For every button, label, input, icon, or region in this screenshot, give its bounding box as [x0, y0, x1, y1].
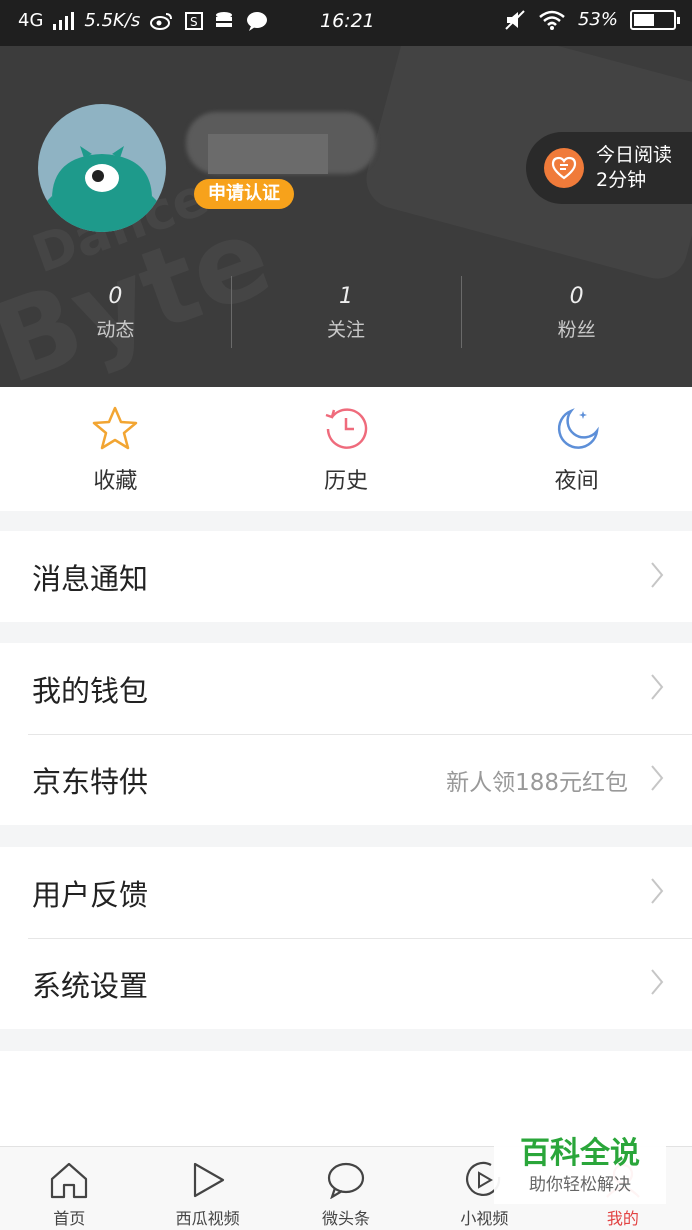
history-icon	[325, 408, 368, 449]
chevron-right-icon	[651, 969, 664, 995]
menu-group-notifications: 消息通知	[0, 531, 692, 622]
chevron-right-icon	[651, 765, 664, 791]
tab-label: 微头条	[322, 1209, 371, 1228]
today-reading-button[interactable]: 今日阅读 2分钟	[526, 132, 692, 204]
stat-label: 关注	[327, 319, 366, 341]
blank-area	[0, 1051, 692, 1146]
stat-posts[interactable]: 0 动态	[0, 276, 231, 356]
stat-label: 动态	[96, 319, 135, 341]
tab-home[interactable]: 首页	[0, 1147, 138, 1230]
home-icon	[51, 1162, 88, 1199]
today-reading-value: 2分钟	[596, 169, 647, 191]
history-label: 历史	[324, 469, 369, 494]
today-reading-label: 今日阅读	[596, 144, 673, 166]
network-speed: 5.5K/s	[84, 10, 141, 31]
night-mode-label: 夜间	[554, 469, 599, 494]
menu-item-label: 京东特供	[32, 764, 149, 799]
profile-header: Dance Byte 申请认证 今日阅读 2分钟 0 动态 1	[0, 46, 692, 387]
tab-label: 小视频	[460, 1209, 509, 1228]
moon-icon	[557, 408, 599, 449]
menu-group-settings: 用户反馈 系统设置	[0, 847, 692, 1029]
menu-item-label: 系统设置	[32, 968, 149, 1003]
menu-item-wallet[interactable]: 我的钱包	[0, 643, 692, 734]
reading-heart-icon	[544, 148, 584, 188]
apply-verification-button[interactable]: 申请认证	[194, 179, 294, 209]
svg-text:S: S	[190, 15, 198, 29]
favorites-label: 收藏	[93, 469, 138, 494]
stat-value: 1	[339, 284, 353, 309]
tab-xigua-video[interactable]: 西瓜视频	[138, 1147, 276, 1230]
chevron-right-icon	[651, 562, 664, 588]
tab-label: 首页	[53, 1209, 86, 1228]
mute-icon	[505, 9, 525, 30]
tab-micro-headlines[interactable]: 微头条	[277, 1147, 415, 1230]
s-app-icon: S	[185, 11, 204, 30]
menu-item-settings[interactable]: 系统设置	[0, 938, 692, 1029]
message-bubble-icon	[247, 11, 268, 31]
stat-following[interactable]: 1 关注	[230, 276, 462, 356]
battery-percent: 53%	[577, 9, 618, 30]
status-bar: 4G 5.5K/s S 16:21 53%	[0, 0, 692, 46]
profile-stats: 0 动态 1 关注 0 粉丝	[0, 276, 692, 356]
menu-item-label: 我的钱包	[32, 673, 149, 708]
play-icon	[193, 1162, 224, 1198]
network-type: 4G	[18, 10, 44, 31]
history-button[interactable]: 历史	[231, 387, 462, 511]
stat-label: 粉丝	[557, 319, 596, 341]
clock: 16:21	[320, 10, 375, 32]
menu-group-wallet: 我的钱包 京东特供 新人领188元红包	[0, 643, 692, 825]
menu-item-label: 用户反馈	[32, 877, 149, 912]
tab-label: 我的	[606, 1209, 639, 1228]
monster-avatar-icon	[44, 146, 160, 232]
chevron-right-icon	[651, 674, 664, 700]
wifi-icon	[539, 10, 565, 30]
watermark-title: 百科全说	[520, 1136, 640, 1171]
stat-value: 0	[569, 284, 584, 309]
menu-item-notifications[interactable]: 消息通知	[0, 531, 692, 622]
star-icon	[93, 406, 138, 450]
avatar[interactable]	[38, 104, 166, 232]
tab-label: 西瓜视频	[175, 1209, 240, 1228]
stat-value: 0	[108, 284, 123, 309]
battery-icon	[630, 9, 680, 30]
watermark-subtitle: 助你轻松解决	[529, 1175, 631, 1195]
menu-item-jd-offer[interactable]: 京东特供 新人领188元红包	[0, 734, 692, 825]
database-icon	[216, 11, 233, 27]
chevron-right-icon	[651, 878, 664, 904]
signal-icon	[53, 11, 75, 30]
baike-watermark: 百科全说 助你轻松解决	[494, 1134, 666, 1204]
weibo-icon	[150, 12, 173, 30]
stat-followers[interactable]: 0 粉丝	[461, 276, 692, 356]
username-blurred	[186, 108, 378, 176]
jd-offer-promo-text: 新人领188元红包	[446, 769, 628, 796]
chat-bubble-icon	[327, 1162, 365, 1200]
quick-actions: 收藏 历史 夜间	[0, 387, 692, 511]
menu-item-feedback[interactable]: 用户反馈	[0, 847, 692, 938]
night-mode-button[interactable]: 夜间	[461, 387, 692, 511]
favorites-button[interactable]: 收藏	[0, 387, 231, 511]
menu-item-label: 消息通知	[32, 561, 149, 596]
